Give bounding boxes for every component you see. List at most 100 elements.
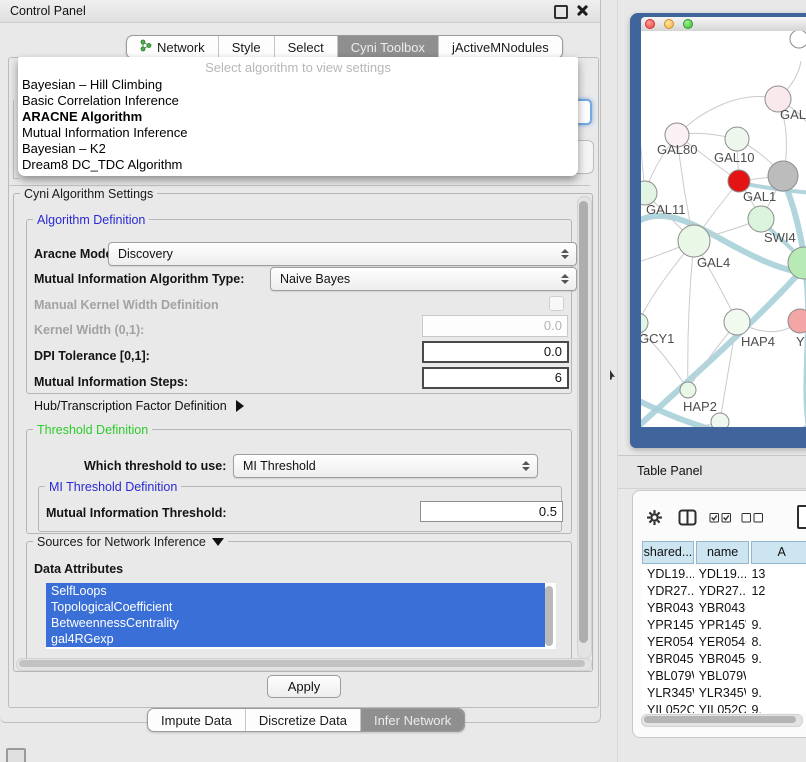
pane-splitter[interactable] bbox=[617, 0, 618, 762]
clear-checkboxes-icon[interactable] bbox=[741, 512, 764, 524]
hub-definition-section[interactable]: Hub/Transcription Factor Definition bbox=[34, 399, 244, 413]
table-row[interactable]: YIL052CYIL052C9. bbox=[642, 702, 806, 713]
table-cell: 9. bbox=[746, 617, 806, 634]
table-row[interactable]: YBR043CYBR043C bbox=[642, 600, 806, 617]
algorithm-option[interactable]: Bayesian – K2 bbox=[18, 141, 578, 157]
mi-threshold-label: Mutual Information Threshold: bbox=[46, 506, 227, 520]
network-node[interactable] bbox=[678, 225, 710, 257]
settings-horizontal-scrollbar-thumb[interactable] bbox=[19, 660, 585, 667]
tab-select[interactable]: Select bbox=[274, 36, 337, 58]
network-canvas[interactable]: GALGAL80GAL10GAL1GAL11SWI4GAL4GCY1HAP4YH… bbox=[641, 31, 806, 427]
table-cell: YDR27... bbox=[642, 583, 694, 600]
tab-cyni-toolbox[interactable]: Cyni Toolbox bbox=[337, 36, 438, 58]
network-node-label: GAL bbox=[780, 107, 806, 122]
column-header[interactable]: shared... bbox=[642, 541, 694, 564]
sources-title-text: Sources for Network Inference bbox=[37, 535, 206, 549]
control-panel-bottom-tabs: Impute DataDiscretize DataInfer Network bbox=[147, 708, 465, 732]
network-node-label: HAP4 bbox=[741, 334, 775, 349]
float-panel-icon[interactable] bbox=[554, 5, 568, 19]
data-attribute-option[interactable]: SelfLoops bbox=[46, 583, 545, 599]
manual-kernel-width-checkbox[interactable] bbox=[549, 296, 564, 311]
network-node[interactable] bbox=[724, 309, 750, 335]
table-row[interactable]: YDL19...YDL19...13 bbox=[642, 566, 806, 583]
data-attribute-option[interactable]: TopologicalCoefficient bbox=[46, 599, 545, 615]
table-icon[interactable] bbox=[797, 505, 806, 529]
table-cell bbox=[746, 668, 806, 685]
window-close-button[interactable] bbox=[645, 19, 655, 29]
table-cell: YLR345W bbox=[694, 685, 747, 702]
network-node[interactable] bbox=[788, 247, 806, 279]
algorithm-option[interactable]: Dream8 DC_TDC Algorithm bbox=[18, 157, 578, 173]
tab-network[interactable]: Network bbox=[127, 36, 218, 58]
table-row[interactable]: YBR045CYBR045C9. bbox=[642, 651, 806, 668]
minimized-panel-grip-icon[interactable] bbox=[6, 748, 26, 762]
network-node[interactable] bbox=[788, 309, 806, 333]
network-node-label: GAL4 bbox=[697, 255, 730, 270]
table-cell: YLR345W bbox=[642, 685, 694, 702]
bottom-tab-impute-data[interactable]: Impute Data bbox=[148, 709, 245, 731]
apply-button-label: Apply bbox=[288, 679, 321, 694]
tab-style[interactable]: Style bbox=[218, 36, 274, 58]
algorithm-option[interactable]: Basic Correlation Inference bbox=[18, 93, 578, 109]
algorithm-select-popup: Select algorithm to view settings Bayesi… bbox=[18, 57, 578, 176]
tab-label: Cyni Toolbox bbox=[351, 40, 425, 55]
table-row[interactable]: YBL079WYBL079W bbox=[642, 668, 806, 685]
network-node[interactable] bbox=[725, 127, 749, 151]
gear-icon[interactable] bbox=[646, 509, 663, 526]
table-row[interactable]: YER054CYER054C8. bbox=[642, 634, 806, 651]
data-attributes-label: Data Attributes bbox=[34, 562, 123, 576]
sources-group-title[interactable]: Sources for Network Inference bbox=[33, 535, 228, 549]
kernel-width-field[interactable]: 0.0 bbox=[422, 315, 568, 337]
window-zoom-button[interactable] bbox=[683, 19, 693, 29]
network-node[interactable] bbox=[641, 313, 648, 333]
aracne-mode-combobox[interactable]: Discovery bbox=[108, 242, 577, 266]
network-node[interactable] bbox=[790, 31, 806, 48]
table-horizontal-scrollbar-thumb[interactable] bbox=[644, 716, 796, 723]
bottom-tab-infer-network[interactable]: Infer Network bbox=[360, 709, 464, 731]
table-row[interactable]: YLR345WYLR345W9. bbox=[642, 685, 806, 702]
data-attributes-list[interactable]: SelfLoopsTopologicalCoefficientBetweenne… bbox=[46, 583, 556, 649]
table-horizontal-scrollbar[interactable] bbox=[641, 714, 803, 727]
close-panel-icon[interactable] bbox=[576, 4, 588, 16]
select-all-checkboxes-icon[interactable] bbox=[709, 512, 732, 524]
column-header[interactable]: name bbox=[696, 541, 749, 564]
network-node[interactable] bbox=[711, 413, 729, 427]
network-node[interactable] bbox=[680, 382, 696, 398]
expand-arrow-icon[interactable] bbox=[236, 400, 244, 412]
control-panel-tabs: Network Style Select Cyni Toolbox jActiveMNo… bbox=[126, 35, 563, 59]
bottom-tab-discretize-data[interactable]: Discretize Data bbox=[245, 709, 360, 731]
table-cell: 13 bbox=[746, 566, 806, 583]
settings-vertical-scrollbar-thumb[interactable] bbox=[579, 201, 588, 643]
tab-jactivemnodules[interactable]: jActiveMNodules bbox=[438, 36, 562, 58]
mi-steps-field[interactable]: 6 bbox=[422, 367, 569, 389]
attributes-list-scrollbar-thumb[interactable] bbox=[545, 586, 553, 646]
data-attribute-option[interactable]: gal4RGexp bbox=[46, 631, 545, 647]
algorithm-option[interactable]: ARACNE Algorithm bbox=[18, 109, 578, 125]
split-view-icon[interactable] bbox=[678, 509, 697, 526]
tab-label: Select bbox=[288, 40, 324, 55]
mi-threshold-field[interactable]: 0.5 bbox=[420, 501, 563, 522]
network-node[interactable] bbox=[768, 161, 798, 191]
settings-vertical-scrollbar[interactable] bbox=[577, 196, 592, 659]
table-cell: YDL19... bbox=[694, 566, 747, 583]
algorithm-option[interactable]: Mutual Information Inference bbox=[18, 125, 578, 141]
data-attribute-option[interactable]: BetweennessCentrality bbox=[46, 615, 545, 631]
settings-horizontal-scrollbar[interactable] bbox=[16, 658, 592, 671]
window-minimize-button[interactable] bbox=[664, 19, 674, 29]
algorithm-option[interactable]: Bayesian – Hill Climbing bbox=[18, 77, 578, 93]
tab-label: Network bbox=[157, 40, 205, 55]
table-cell: YPR145W bbox=[642, 617, 694, 634]
pane-inner-divider bbox=[8, 185, 590, 186]
table-row[interactable]: YDR27...YDR27...12 bbox=[642, 583, 806, 600]
table-row[interactable]: YPR145WYPR145W9. bbox=[642, 617, 806, 634]
apply-button[interactable]: Apply bbox=[267, 675, 341, 698]
table-cell: YBR043C bbox=[642, 600, 694, 617]
collapse-arrow-icon[interactable] bbox=[212, 538, 224, 546]
network-window-titlebar[interactable] bbox=[641, 17, 806, 31]
manual-kernel-width-label: Manual Kernel Width Definition bbox=[34, 298, 219, 312]
which-threshold-combobox[interactable]: MI Threshold bbox=[233, 454, 538, 478]
network-node[interactable] bbox=[748, 206, 774, 232]
column-header[interactable]: A bbox=[751, 541, 806, 564]
mi-algorithm-type-combobox[interactable]: Naive Bayes bbox=[270, 267, 577, 291]
dpi-tolerance-field[interactable]: 0.0 bbox=[422, 341, 569, 363]
